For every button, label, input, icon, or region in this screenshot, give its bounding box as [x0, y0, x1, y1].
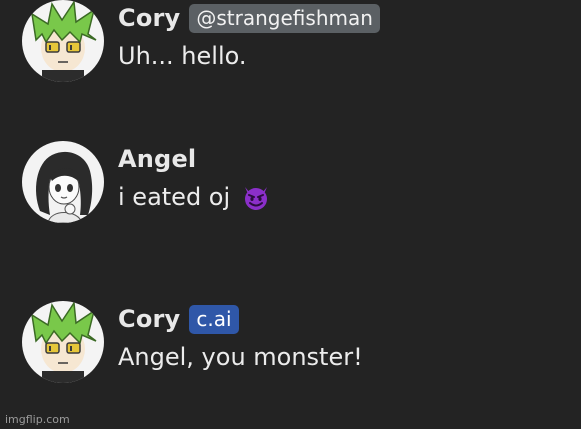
smiling-devil-emoji-icon — [242, 183, 270, 217]
dark-haired-girl-avatar-icon — [22, 141, 104, 223]
message-text: Uh... hello. — [118, 42, 247, 70]
message-text-content: i eated oj — [118, 183, 231, 211]
ai-badge-tag: c.ai — [189, 304, 239, 334]
author-handle-tag: @strangefishman — [189, 3, 380, 33]
chat-message: Cory c.ai Angel, you monster! — [22, 301, 363, 383]
avatar[interactable] — [22, 0, 104, 82]
chat-message: Angel i eated oj — [22, 141, 270, 223]
message-text: Angel, you monster! — [118, 343, 363, 371]
author-name[interactable]: Cory — [118, 4, 180, 32]
message-text: i eated oj — [118, 183, 270, 217]
avatar[interactable] — [22, 141, 104, 223]
author-name[interactable]: Cory — [118, 305, 180, 333]
green-haired-boy-avatar-icon — [22, 0, 104, 82]
chat-message: Cory @strangefishman Uh... hello. — [22, 0, 380, 82]
avatar[interactable] — [22, 301, 104, 383]
watermark: imgflip.com — [5, 413, 70, 426]
author-name[interactable]: Angel — [118, 145, 196, 173]
green-haired-boy-avatar-icon — [22, 301, 104, 383]
